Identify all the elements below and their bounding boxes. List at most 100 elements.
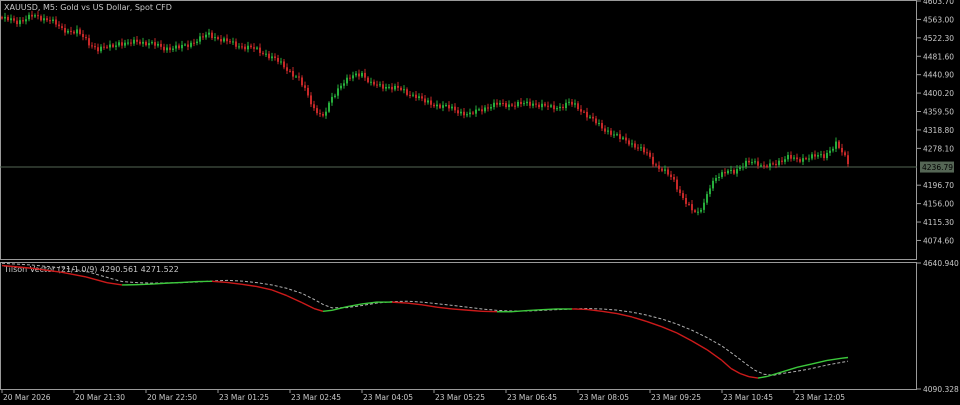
candle-body — [262, 52, 264, 54]
candle-body — [124, 42, 126, 46]
candle-body — [751, 162, 753, 164]
candle-body — [550, 105, 552, 107]
candle-body — [364, 72, 366, 78]
candle-body — [40, 16, 42, 21]
candle-body — [775, 163, 777, 165]
candle-body — [214, 37, 216, 39]
candle-body — [136, 39, 138, 42]
candle-body — [535, 103, 537, 105]
candle-body — [772, 163, 774, 165]
candle-body — [826, 152, 828, 159]
price-tick-label: 4440.90 — [923, 71, 954, 80]
candle-body — [169, 47, 171, 50]
candle-body — [472, 112, 474, 114]
candle-body — [817, 155, 819, 157]
candle-body — [301, 77, 303, 86]
candle-body — [682, 193, 684, 199]
candle-body — [409, 94, 411, 96]
candle-body — [673, 177, 675, 180]
candle-body — [256, 47, 258, 49]
candle-body — [484, 107, 486, 112]
candle-body — [670, 174, 672, 178]
candle-body — [433, 104, 435, 107]
price-panel-title: XAUUSD, M5: Gold vs US Dollar, Spot CFD — [4, 3, 172, 12]
candle-body — [439, 104, 441, 108]
candle-body — [328, 102, 330, 112]
candle-body — [319, 113, 321, 115]
candle-body — [79, 29, 81, 34]
candle-body — [253, 47, 255, 49]
candle-body — [151, 42, 153, 44]
candle-body — [241, 46, 243, 48]
candle-body — [664, 169, 666, 171]
candle-body — [838, 141, 840, 148]
candle-body — [496, 102, 498, 105]
candle-body — [421, 96, 423, 99]
candle-body — [460, 111, 462, 114]
candle-body — [520, 101, 522, 104]
candle-body — [277, 57, 279, 62]
candle-body — [427, 100, 429, 103]
candle-body — [229, 41, 231, 43]
chart-canvas[interactable]: XAUUSD, M5: Gold vs US Dollar, Spot CFD … — [0, 0, 960, 405]
candle-body — [307, 87, 309, 96]
candle-body — [103, 46, 105, 48]
candle-body — [127, 42, 129, 44]
candle-body — [730, 169, 732, 171]
candle-body — [841, 147, 843, 153]
candle-body — [61, 26, 63, 28]
candle-body — [796, 157, 798, 160]
candle-body — [658, 165, 660, 169]
candle-body — [133, 39, 135, 44]
candle-body — [757, 161, 759, 166]
time-tick-label: 23 Mar 10:45 — [723, 393, 773, 402]
candle-body — [736, 169, 738, 174]
candle-body — [610, 130, 612, 135]
candle-body — [166, 47, 168, 51]
candle-body — [532, 103, 534, 106]
candle-body — [52, 19, 54, 21]
candle-body — [397, 85, 399, 88]
candle-body — [607, 130, 609, 132]
time-tick-label: 23 Mar 09:25 — [651, 393, 701, 402]
candle-body — [541, 103, 543, 108]
candle-body — [661, 168, 663, 171]
candle-body — [814, 154, 816, 157]
candle-body — [112, 44, 114, 47]
candle-body — [592, 116, 594, 119]
time-tick-label: 23 Mar 06:45 — [507, 393, 557, 402]
candle-body — [763, 165, 765, 167]
time-tick-label: 23 Mar 05:25 — [435, 393, 485, 402]
candle-body — [475, 109, 477, 114]
candle-body — [739, 167, 741, 170]
candle-body — [70, 30, 72, 32]
candle-body — [292, 71, 294, 77]
candle-body — [388, 86, 390, 88]
candle-body — [196, 41, 198, 44]
candle-body — [688, 203, 690, 205]
candle-body — [400, 87, 402, 90]
candle-body — [7, 16, 9, 21]
candle-body — [823, 154, 825, 159]
candle-body — [331, 96, 333, 103]
candle-body — [571, 101, 573, 105]
candle-body — [505, 103, 507, 108]
price-tick-label: 4359.50 — [923, 108, 954, 117]
candle-body — [769, 163, 771, 168]
candle-body — [454, 106, 456, 111]
candle-body — [55, 19, 57, 25]
candle-body — [568, 101, 570, 103]
candle-body — [418, 96, 420, 98]
candle-body — [370, 81, 372, 83]
candle-body — [691, 204, 693, 211]
candle-body — [745, 160, 747, 167]
candle-body — [577, 103, 579, 110]
candle-body — [244, 46, 246, 50]
candle-body — [829, 150, 831, 153]
time-tick-label: 20 Mar 22:50 — [147, 393, 197, 402]
candle-body — [565, 102, 567, 109]
candle-body — [259, 47, 261, 53]
time-tick-label: 23 Mar 02:45 — [291, 393, 341, 402]
candle-body — [361, 72, 363, 77]
candle-body — [601, 123, 603, 129]
